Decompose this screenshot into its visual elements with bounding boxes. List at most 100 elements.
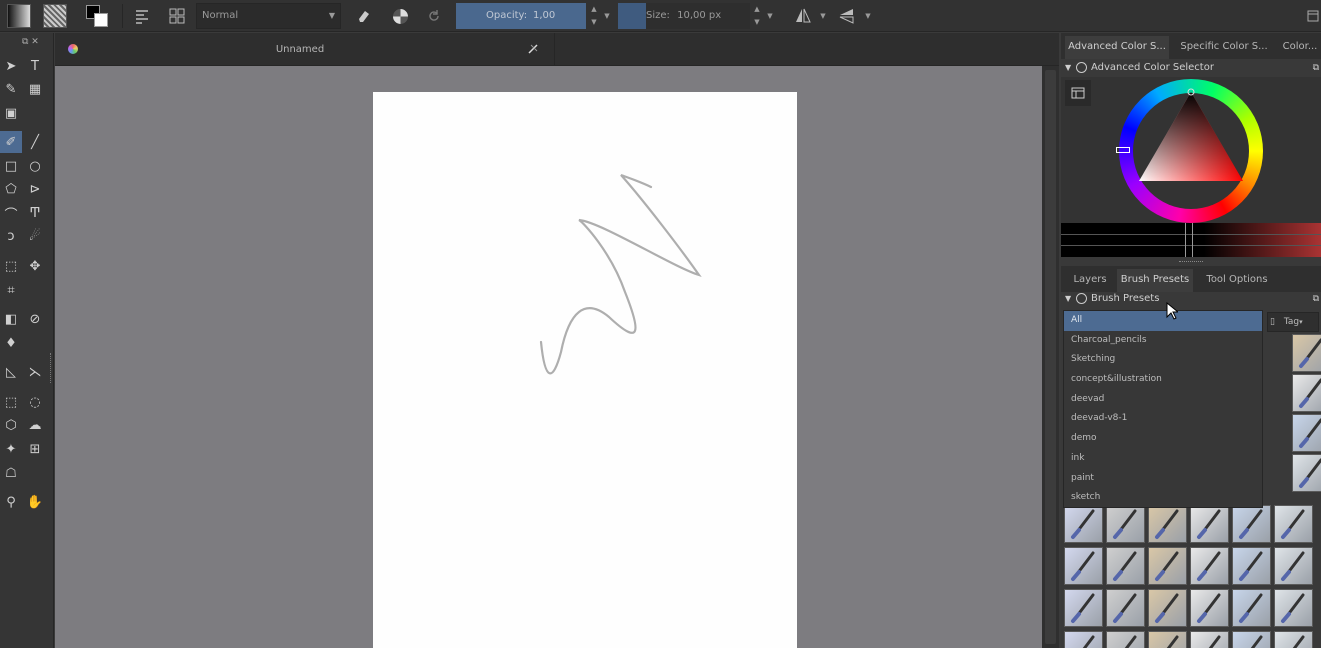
document-title[interactable]: Unnamed: [55, 33, 545, 66]
brush-preset-thumbnail[interactable]: [1292, 414, 1321, 452]
tab-layers[interactable]: Layers: [1065, 269, 1115, 292]
hue-handle[interactable]: [1116, 147, 1130, 153]
gradient-swatch-icon[interactable]: [6, 3, 32, 29]
ellipse-select-icon[interactable]: ◌: [24, 391, 46, 413]
multibrush-icon[interactable]: ☄: [24, 225, 46, 247]
mirror-horizontal-icon[interactable]: [790, 3, 816, 29]
edit-shapes-icon[interactable]: ▦: [24, 78, 46, 100]
brush-preset-thumbnail[interactable]: [1190, 505, 1229, 543]
eraser-mode-icon[interactable]: [351, 3, 377, 29]
brush-presets-icon[interactable]: [164, 3, 190, 29]
brush-preset-thumbnail[interactable]: [1274, 505, 1313, 543]
tag-option[interactable]: Sketching: [1064, 350, 1262, 370]
brush-preset-thumbnail[interactable]: [1106, 589, 1145, 627]
dock-splitter[interactable]: [1179, 261, 1203, 263]
brush-preset-thumbnail[interactable]: [1274, 631, 1313, 648]
brush-preset-thumbnail[interactable]: [1064, 589, 1103, 627]
brush-preset-thumbnail[interactable]: [1292, 334, 1321, 372]
tab-specific-color-selector[interactable]: Specific Color S...: [1174, 36, 1274, 59]
collapse-triangle-icon[interactable]: ▼: [1065, 59, 1071, 77]
opacity-slider[interactable]: Opacity: 1,00: [456, 3, 586, 29]
workspace-menu-icon[interactable]: [1300, 3, 1321, 29]
polyline-icon[interactable]: ⊳: [24, 178, 46, 200]
size-menu-icon[interactable]: ▼: [764, 3, 776, 29]
ellipse-icon[interactable]: ○: [24, 155, 46, 177]
brush-preset-thumbnail[interactable]: [1274, 589, 1313, 627]
polygon-icon[interactable]: ⬠: [0, 178, 22, 200]
gradient-icon[interactable]: ◧: [0, 308, 22, 330]
toolbox-float-close-icon[interactable]: ⧉ ✕: [22, 37, 39, 47]
brush-preset-thumbnail[interactable]: [1274, 547, 1313, 585]
reload-preset-icon[interactable]: [421, 3, 447, 29]
brush-preset-thumbnail[interactable]: [1064, 547, 1103, 585]
mirror-vertical-icon[interactable]: [834, 3, 860, 29]
toolbox-splitter[interactable]: [50, 353, 52, 383]
mirror-horizontal-menu-icon[interactable]: ▼: [817, 3, 829, 29]
color-picker-icon[interactable]: ⊘: [24, 308, 46, 330]
line-icon[interactable]: ╱: [24, 131, 46, 153]
brush-preset-thumbnail[interactable]: [1106, 631, 1145, 648]
brush-preset-thumbnail[interactable]: [1148, 589, 1187, 627]
move-icon[interactable]: ✥: [24, 255, 46, 277]
similar-select-icon[interactable]: ⊞: [24, 438, 46, 460]
brush-preset-thumbnail[interactable]: [1064, 505, 1103, 543]
brush-preset-thumbnail[interactable]: [1232, 589, 1271, 627]
tab-tool-options[interactable]: Tool Options: [1197, 269, 1277, 292]
brush-preset-thumbnail[interactable]: [1292, 454, 1321, 492]
color-history-strip[interactable]: [1061, 223, 1321, 257]
tag-option[interactable]: sketch: [1064, 488, 1262, 508]
brush-preset-thumbnail[interactable]: [1148, 505, 1187, 543]
docker-lock-icon[interactable]: [1076, 293, 1087, 304]
docker-float-icon[interactable]: ⧉: [1313, 290, 1319, 308]
scroll-thumb[interactable]: [1045, 70, 1056, 644]
brush-preset-thumbnail[interactable]: [1148, 547, 1187, 585]
pattern-icon[interactable]: ▣: [0, 102, 22, 124]
brush-preset-thumbnail[interactable]: [1106, 505, 1145, 543]
brush-preset-thumbnail[interactable]: [1232, 505, 1271, 543]
rectangle-icon[interactable]: □: [0, 155, 22, 177]
brush-preset-thumbnail[interactable]: [1292, 374, 1321, 412]
mirror-vertical-menu-icon[interactable]: ▼: [862, 3, 874, 29]
brush-preset-thumbnail[interactable]: [1190, 589, 1229, 627]
pan-icon[interactable]: ✋: [24, 491, 46, 513]
select-shapes-icon[interactable]: ➤: [0, 55, 22, 77]
brush-preset-thumbnail[interactable]: [1064, 631, 1103, 648]
color-selector-settings-icon[interactable]: [1065, 80, 1091, 106]
blend-mode-select[interactable]: Normal ▼: [196, 3, 341, 29]
contiguous-select-icon[interactable]: ✦: [0, 438, 22, 460]
tab-brush-presets[interactable]: Brush Presets: [1117, 269, 1193, 292]
zoom-icon[interactable]: ⚲: [0, 491, 22, 513]
bezier-select-icon[interactable]: ☖: [0, 462, 22, 484]
brush-preset-thumbnail[interactable]: [1232, 547, 1271, 585]
tag-option[interactable]: deevad-v8-1: [1064, 409, 1262, 429]
brush-editor-icon[interactable]: [129, 3, 155, 29]
docker-lock-icon[interactable]: [1076, 62, 1087, 73]
size-slider-fill[interactable]: [618, 3, 646, 29]
tag-dropdown-list[interactable]: All Charcoal_pencils Sketching concept&illu…: [1063, 310, 1263, 508]
tag-option[interactable]: paint: [1064, 469, 1262, 489]
text-icon[interactable]: T: [24, 55, 46, 77]
size-slider[interactable]: Size: 10,00 px: [646, 3, 750, 29]
polygon-select-icon[interactable]: ⬡: [0, 414, 22, 436]
tag-option[interactable]: ink: [1064, 449, 1262, 469]
preserve-alpha-icon[interactable]: [387, 3, 413, 29]
calligraphy-icon[interactable]: ✎: [0, 78, 22, 100]
dynamic-brush-icon[interactable]: ↄ: [0, 225, 22, 247]
tag-checkbox-icon[interactable]: ▯: [1270, 317, 1275, 327]
opacity-spin-buttons[interactable]: ▲ ▼: [588, 3, 600, 29]
opacity-menu-icon[interactable]: ▼: [601, 3, 613, 29]
tag-option[interactable]: Charcoal_pencils: [1064, 331, 1262, 351]
brush-preset-thumbnail[interactable]: [1148, 631, 1187, 648]
freehand-select-icon[interactable]: ☁: [24, 414, 46, 436]
color-cursor[interactable]: [1185, 223, 1193, 257]
tab-color[interactable]: Color...: [1279, 36, 1321, 59]
canvas-area[interactable]: [55, 66, 1042, 648]
size-spin-buttons[interactable]: ▲ ▼: [751, 3, 763, 29]
fill-icon[interactable]: ♦: [0, 332, 22, 354]
vertical-scrollbar[interactable]: [1042, 66, 1059, 648]
tag-option[interactable]: deevad: [1064, 390, 1262, 410]
hue-ring[interactable]: [1116, 79, 1263, 223]
docker-float-icon[interactable]: ⧉: [1313, 59, 1319, 77]
assistant-icon[interactable]: ◺: [0, 361, 22, 383]
tag-combo[interactable]: ▯ Tag▾: [1267, 312, 1319, 332]
